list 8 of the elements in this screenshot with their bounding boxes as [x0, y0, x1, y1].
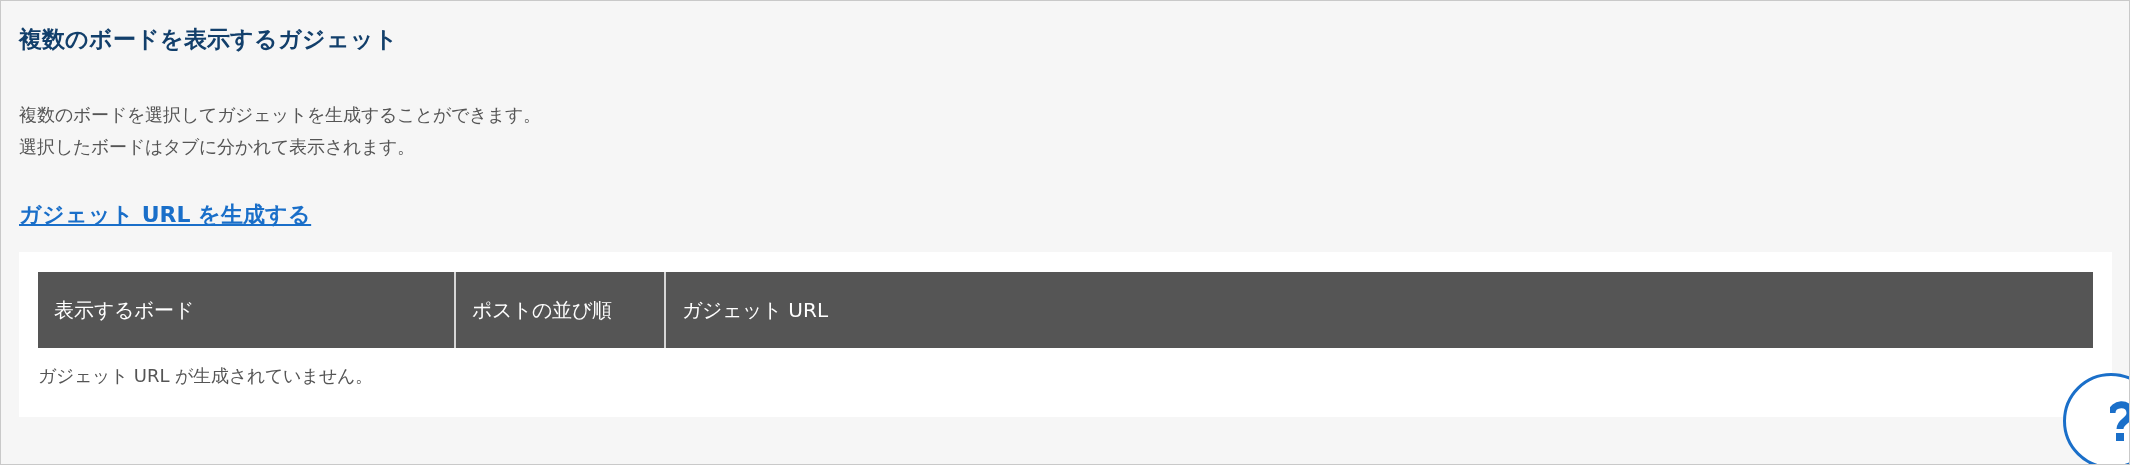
help-icon: [2110, 401, 2129, 441]
column-header: 表示するボード: [38, 272, 454, 348]
column-header: ポストの並び順: [456, 272, 664, 348]
page-title: 複数のボードを表示するガジェット: [19, 25, 398, 54]
column-header: ガジェット URL: [666, 272, 2093, 348]
generate-url-link[interactable]: ガジェット URL を生成する: [19, 202, 312, 227]
description-text: 複数のボードを選択してガジェットを生成することができます。 選択したボードはタブに分かれて表示されます。: [19, 103, 541, 159]
empty-message: ガジェット URL が生成されていません。: [38, 364, 374, 388]
